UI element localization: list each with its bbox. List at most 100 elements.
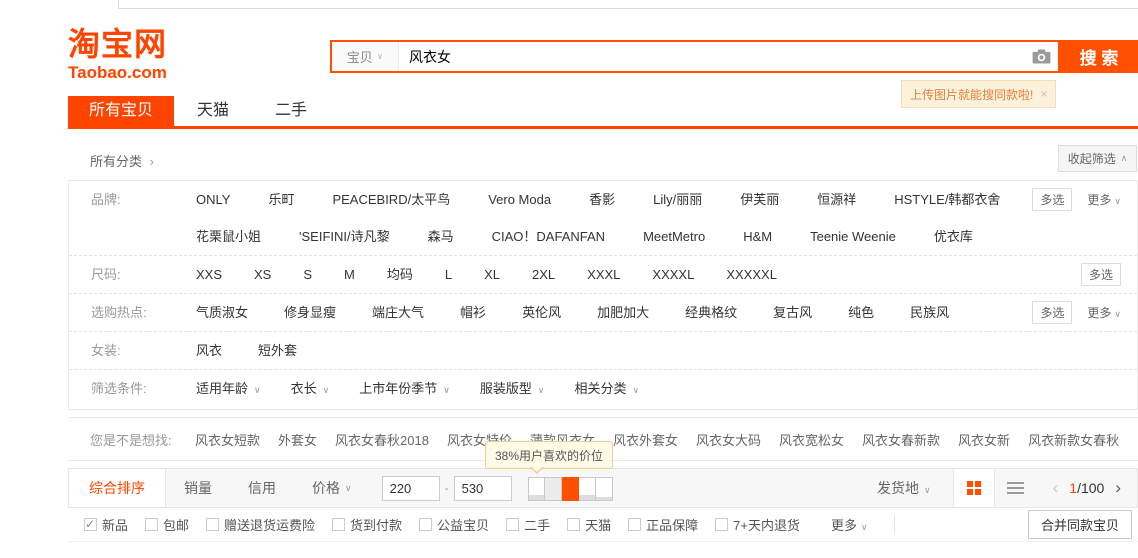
price-histogram-cell[interactable] [579, 477, 596, 501]
brand-option[interactable]: 香影 [589, 181, 615, 218]
brand-option[interactable]: ONLY [196, 181, 230, 218]
tooltip-arrow [1037, 75, 1049, 87]
size-option[interactable]: XXS [196, 256, 222, 293]
brand-option[interactable]: MeetMetro [643, 218, 705, 255]
breadcrumb[interactable]: 所有分类 › [90, 151, 154, 170]
image-search-button[interactable] [1024, 42, 1058, 71]
size-option[interactable]: XS [254, 256, 271, 293]
sort-option[interactable]: 价格 [294, 469, 370, 507]
suggest-link[interactable]: 风衣女春新款 [862, 430, 940, 449]
prev-page-icon[interactable]: ‹ [1053, 478, 1059, 498]
hotspot-option[interactable]: 英伦风 [522, 294, 561, 331]
suggest-link[interactable]: 风衣女春秋2018 [335, 430, 429, 449]
filter-checkbox[interactable]: 包邮 [145, 515, 189, 534]
brand-option[interactable]: Teenie Weenie [810, 218, 896, 255]
suggest-link[interactable]: 风衣女新 [958, 430, 1010, 449]
multi-select-button[interactable]: 多选 [1032, 188, 1072, 211]
taobao-logo[interactable]: 淘宝网 Taobao.com [68, 28, 167, 83]
condition-dropdown[interactable]: 衣长 [291, 370, 330, 409]
list-view-button[interactable] [995, 469, 1037, 507]
result-tab[interactable]: 二手 [252, 96, 330, 126]
size-option[interactable]: M [344, 256, 355, 293]
brand-option[interactable]: 乐町 [268, 181, 294, 218]
suggest-link[interactable]: 风衣新款女春秋 [1028, 430, 1119, 449]
result-tab[interactable]: 所有宝贝 [68, 96, 174, 126]
price-histogram-cell[interactable] [596, 477, 613, 501]
hotspot-option[interactable]: 纯色 [848, 294, 874, 331]
search-input[interactable] [399, 42, 1024, 71]
suggest-link[interactable]: 外套女 [278, 430, 317, 449]
brand-option[interactable]: 'SEIFINI/诗凡黎 [299, 218, 390, 255]
close-icon[interactable]: × [1040, 87, 1047, 101]
filter-checkbox[interactable]: 7+天内退货 [715, 515, 800, 534]
search-button[interactable]: 搜 索 [1060, 40, 1138, 73]
women-option[interactable]: 风衣 [196, 332, 222, 369]
price-max-input[interactable] [454, 476, 512, 501]
price-min-input[interactable] [382, 476, 440, 501]
collapse-filters-button[interactable]: 收起筛选 [1058, 145, 1137, 172]
merge-same-items-button[interactable]: 合并同款宝贝 [1028, 510, 1132, 539]
brand-option[interactable]: 伊芙丽 [740, 181, 779, 218]
suggest-link[interactable]: 风衣宽松女 [779, 430, 844, 449]
multi-select-button[interactable]: 多选 [1032, 301, 1072, 324]
brand-option[interactable]: 优衣库 [934, 218, 973, 255]
sort-option[interactable]: 销量 [166, 469, 230, 507]
brand-option[interactable]: PEACEBIRD/太平鸟 [332, 181, 450, 218]
hotspot-option[interactable]: 复古风 [773, 294, 812, 331]
hotspot-option[interactable]: 经典格纹 [685, 294, 737, 331]
hotspot-option[interactable]: 端庄大气 [372, 294, 424, 331]
size-option[interactable]: 2XL [532, 256, 555, 293]
sort-option[interactable]: 综合排序 [69, 469, 166, 507]
hotspot-option[interactable]: 民族风 [910, 294, 949, 331]
suggest-link[interactable]: 风衣外套女 [613, 430, 678, 449]
brand-option[interactable]: HSTYLE/韩都衣舍 [894, 181, 1000, 218]
grid-view-icon [967, 481, 981, 495]
sort-option[interactable]: 信用 [230, 469, 294, 507]
suggest-link[interactable]: 风衣女大码 [696, 430, 761, 449]
more-dropdown[interactable]: 更多 [1087, 304, 1121, 321]
hotspot-option[interactable]: 修身显瘦 [284, 294, 336, 331]
hotspot-option[interactable]: 气质淑女 [196, 294, 248, 331]
brand-option[interactable]: CIAO！DAFANFAN [492, 218, 605, 255]
brand-option[interactable]: 森马 [428, 218, 454, 255]
tab-underline [68, 126, 1138, 129]
hotspot-option[interactable]: 帽衫 [460, 294, 486, 331]
filter-checkbox[interactable]: 新品 [84, 515, 128, 534]
size-option[interactable]: XXXXXL [726, 256, 777, 293]
ship-from-dropdown[interactable]: 发货地 [877, 478, 931, 498]
condition-dropdown[interactable]: 上市年份季节 [359, 370, 450, 409]
size-option[interactable]: L [445, 256, 452, 293]
brand-option[interactable]: Vero Moda [488, 181, 551, 218]
condition-dropdown[interactable]: 相关分类 [574, 370, 639, 409]
grid-view-button[interactable] [953, 469, 995, 507]
women-option[interactable]: 短外套 [258, 332, 297, 369]
filter-checkbox[interactable]: 赠送退货运费险 [206, 515, 315, 534]
size-option[interactable]: XXXL [587, 256, 620, 293]
filter-checkbox[interactable]: 公益宝贝 [419, 515, 489, 534]
condition-dropdown[interactable]: 适用年龄 [196, 370, 261, 409]
price-tooltip-text: 38%用户喜欢的价位 [495, 447, 603, 464]
hotspot-option[interactable]: 加肥加大 [597, 294, 649, 331]
filter-checkbox[interactable]: 天猫 [567, 515, 611, 534]
suggest-link[interactable]: 风衣女短款 [195, 430, 260, 449]
size-option[interactable]: XXXXL [652, 256, 694, 293]
result-tab[interactable]: 天猫 [174, 96, 252, 126]
filter-checkbox[interactable]: 正品保障 [628, 515, 698, 534]
brand-option[interactable]: Lily/丽丽 [653, 181, 702, 218]
size-option[interactable]: XL [484, 256, 500, 293]
brand-option[interactable]: 恒源祥 [817, 181, 856, 218]
filter-checkbox[interactable]: 货到付款 [332, 515, 402, 534]
filter-checkbox[interactable]: 二手 [506, 515, 550, 534]
next-page-icon[interactable]: › [1115, 478, 1121, 498]
brand-option[interactable]: H&M [743, 218, 772, 255]
brand-option[interactable]: 花栗鼠小姐 [196, 218, 261, 255]
more-dropdown[interactable]: 更多 [1087, 191, 1121, 208]
size-option[interactable]: 均码 [387, 256, 413, 293]
size-option[interactable]: S [303, 256, 312, 293]
more-filters-dropdown[interactable]: 更多 [831, 515, 868, 534]
multi-select-button[interactable]: 多选 [1081, 263, 1121, 286]
price-histogram-cell-selected[interactable] [562, 477, 579, 501]
price-histogram-cell[interactable] [545, 477, 562, 501]
search-category-dropdown[interactable]: 宝贝 [332, 42, 399, 71]
condition-dropdown[interactable]: 服装版型 [480, 370, 545, 409]
